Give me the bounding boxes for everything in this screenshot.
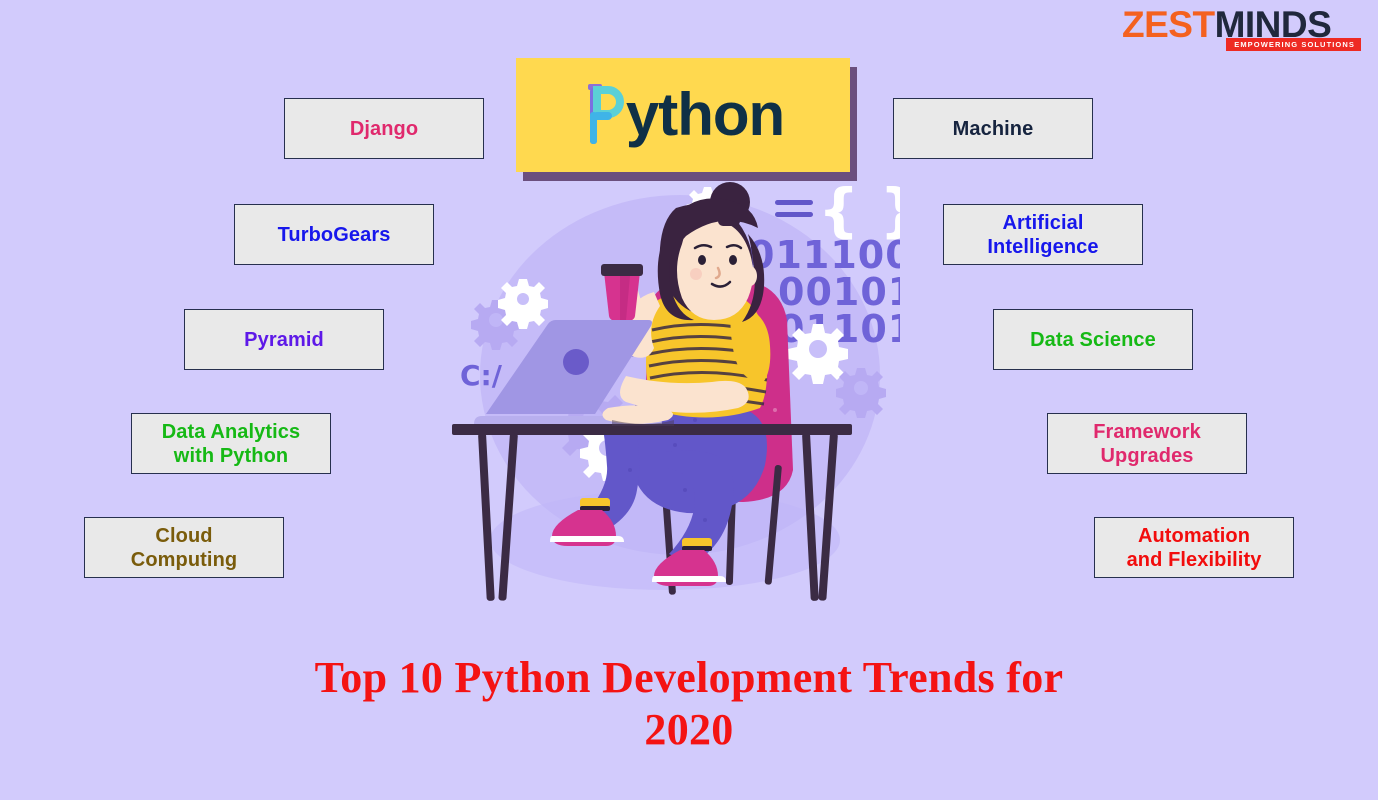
topic-label-text: Machine [952,117,1034,140]
infographic-canvas: ZESTMINDS EMPOWERING SOLUTIONS ython Dja… [0,0,1378,800]
topic-label-line2: Upgrades [1100,444,1194,467]
topic-label-pyramid[interactable]: Pyramid [184,309,384,370]
topic-label-text: Django [349,117,419,140]
logo-tagline: EMPOWERING SOLUTIONS [1226,38,1361,51]
topic-label-text: Artificial Intelligence [987,211,1098,259]
topic-label-line1: Artificial [1002,211,1084,234]
gear-icon [498,279,548,329]
topic-label-line2: Intelligence [987,235,1099,258]
topic-label-text: Framework Upgrades [1093,420,1201,468]
topic-label-line2: and Flexibility [1126,548,1262,571]
topic-label-line1: Cloud [155,524,213,547]
topic-label-line1: Data Analytics [161,420,301,443]
topic-label-data-analytics-with-python[interactable]: Data Analytics with Python [131,413,331,474]
python-logo-p-icon [582,82,624,148]
topic-label-text: TurboGears [277,223,391,246]
topic-label-text: Automation and Flexibility [1127,524,1262,572]
python-title-text: ython [582,81,785,148]
caption-line-2: 2020 [644,705,734,754]
developer-illustration: { } 011100010 00101 01101 C:/ </> [430,180,900,610]
topic-label-line1: Framework [1093,420,1201,443]
python-title-rest: ython [625,81,785,148]
topic-label-automation-and-flexibility[interactable]: Automation and Flexibility [1094,517,1294,578]
topic-label-machine[interactable]: Machine [893,98,1093,159]
gear-icon [788,324,848,384]
topic-label-text: Data Analytics with Python [162,420,301,468]
topic-label-text: Cloud Computing [131,524,237,572]
logo-zest-text: ZEST [1122,4,1215,45]
topic-label-framework-upgrades[interactable]: Framework Upgrades [1047,413,1247,474]
zestminds-logo[interactable]: ZESTMINDS EMPOWERING SOLUTIONS [1122,6,1362,54]
caption-line-1: Top 10 Python Development Trends for [314,653,1064,702]
svg-text:C:/: C:/ [460,359,503,392]
topic-label-artificial-intelligence[interactable]: Artificial Intelligence [943,204,1143,265]
python-title-box: ython [516,58,850,172]
topic-label-line1: Automation [1137,524,1251,547]
topic-label-line2: with Python [173,444,289,467]
topic-label-text: Pyramid [244,328,324,351]
topic-label-data-science[interactable]: Data Science [993,309,1193,370]
topic-label-django[interactable]: Django [284,98,484,159]
topic-label-cloud-computing[interactable]: Cloud Computing [84,517,284,578]
svg-text:01101: 01101 [778,307,900,351]
topic-label-line2: Computing [130,548,238,571]
logo-wordmark: ZESTMINDS [1122,6,1362,43]
topic-label-text: Data Science [1030,328,1156,351]
topic-label-turbogears[interactable]: TurboGears [234,204,434,265]
page-title: Top 10 Python Development Trends for 202… [189,652,1189,756]
gear-icon [836,368,886,418]
